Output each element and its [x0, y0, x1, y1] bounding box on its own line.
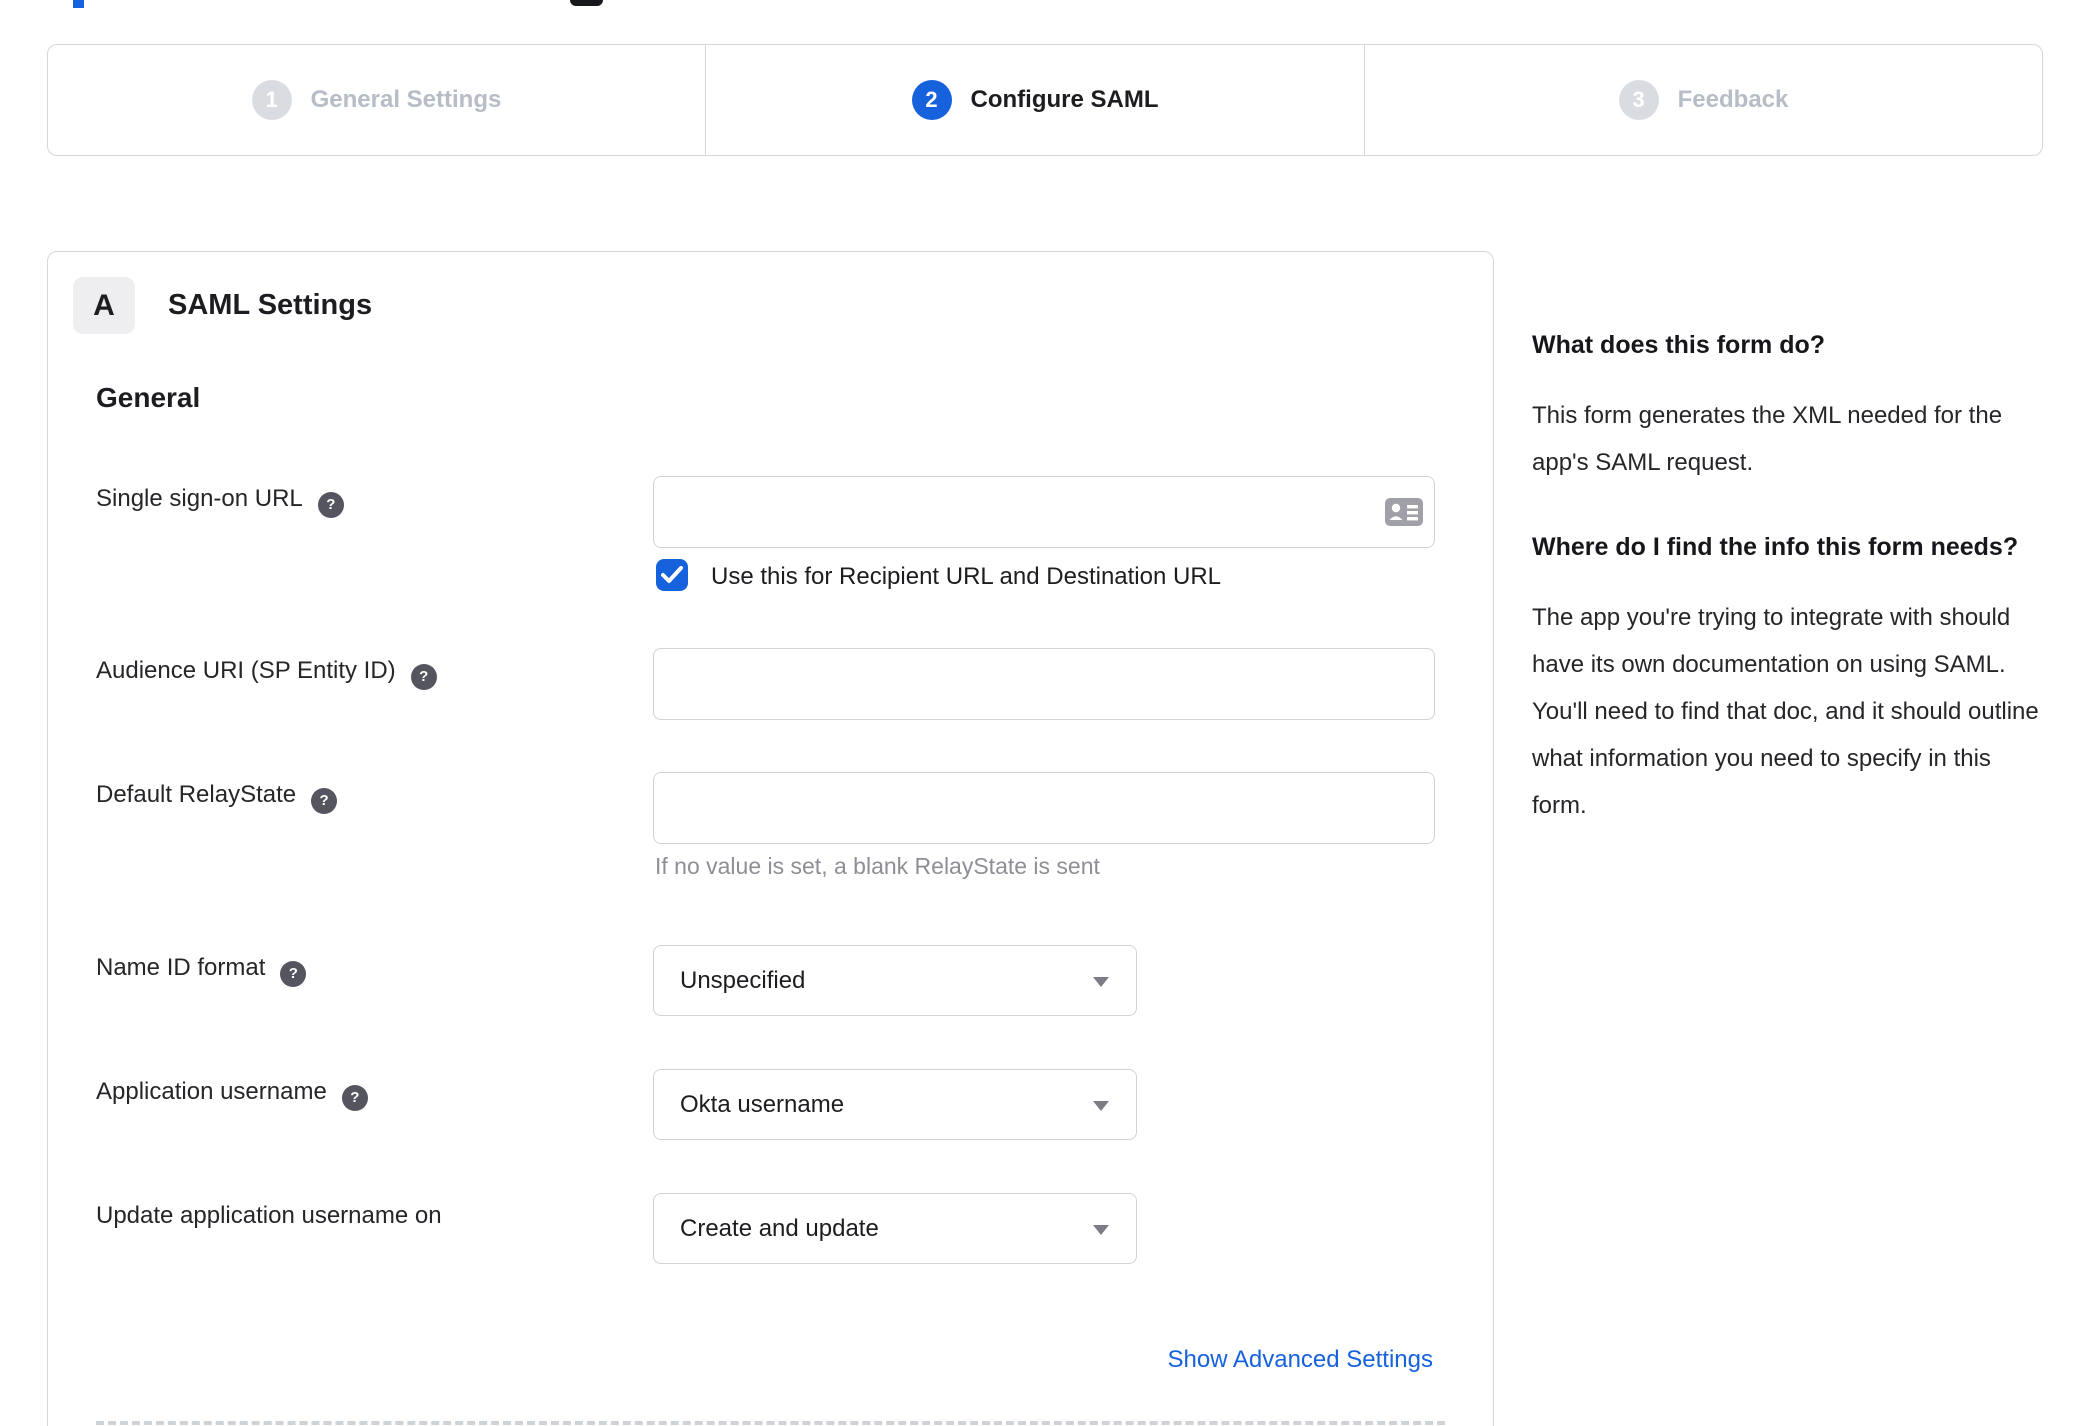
general-section-heading: General [96, 382, 201, 413]
help-icon[interactable]: ? [280, 961, 307, 987]
step-number-badge: 2 [911, 80, 952, 120]
update-application-username-select[interactable]: Create and update [653, 1193, 1137, 1264]
default-relaystate-label: Default RelayState? [96, 781, 338, 814]
default-relaystate-input[interactable] [653, 772, 1435, 844]
step-feedback[interactable]: 3 Feedback [1364, 45, 2042, 155]
step-label: General Settings [310, 86, 502, 113]
section-divider-dashed [96, 1421, 1445, 1425]
clipped-brand-fragment [73, 0, 84, 8]
dropdown-caret-icon [1093, 1101, 1109, 1111]
wizard-stepper: 1 General Settings 2 Configure SAML 3 Fe… [47, 44, 2043, 156]
help-icon[interactable]: ? [410, 664, 437, 690]
help-sidebar: What does this form do? This form genera… [1532, 326, 2048, 871]
sso-url-label: Single sign-on URL? [96, 485, 344, 518]
select-value: Unspecified [680, 966, 806, 994]
application-username-select[interactable]: Okta username [653, 1069, 1137, 1140]
relaystate-hint: If no value is set, a blank RelayState i… [655, 853, 1100, 879]
select-value: Create and update [680, 1214, 879, 1242]
panel-title: SAML Settings [168, 289, 373, 321]
select-value: Okta username [680, 1090, 845, 1118]
dropdown-caret-icon [1093, 977, 1109, 987]
help-body: This form generates the XML needed for t… [1532, 402, 2003, 476]
recipient-url-checkbox-label: Use this for Recipient URL and Destinati… [711, 563, 1222, 590]
help-heading: Where do I find the info this form needs… [1532, 533, 2019, 561]
step-number-badge: 1 [251, 80, 292, 120]
saml-settings-panel: A SAML Settings General Single sign-on U… [47, 251, 1494, 1426]
help-icon[interactable]: ? [341, 1085, 368, 1111]
update-application-username-label: Update application username on [96, 1202, 442, 1229]
section-a-badge: A [73, 277, 135, 334]
application-username-label: Application username? [96, 1078, 368, 1111]
dropdown-caret-icon [1093, 1225, 1109, 1235]
recipient-url-checkbox[interactable] [656, 559, 688, 591]
audience-uri-label: Audience URI (SP Entity ID)? [96, 657, 437, 690]
help-heading: What does this form do? [1532, 331, 1826, 359]
name-id-format-select[interactable]: Unspecified [653, 945, 1137, 1016]
clipped-icon-fragment [570, 0, 603, 6]
help-body: The app you're trying to integrate with … [1532, 604, 2039, 819]
show-advanced-settings-link[interactable]: Show Advanced Settings [1167, 1346, 1433, 1374]
audience-uri-input[interactable] [653, 648, 1435, 720]
help-icon[interactable]: ? [311, 788, 338, 814]
configure-saml-page: 1 General Settings 2 Configure SAML 3 Fe… [0, 0, 2092, 1426]
step-general-settings[interactable]: 1 General Settings [48, 45, 705, 155]
checkmark-icon [661, 566, 683, 583]
contact-card-icon[interactable] [1384, 497, 1424, 527]
step-label: Feedback [1677, 86, 1789, 113]
step-configure-saml[interactable]: 2 Configure SAML [705, 45, 1364, 155]
step-label: Configure SAML [970, 86, 1159, 113]
name-id-format-label: Name ID format? [96, 954, 307, 987]
step-number-badge: 3 [1618, 80, 1659, 120]
sso-url-input[interactable] [653, 476, 1435, 548]
help-icon[interactable]: ? [317, 492, 344, 518]
